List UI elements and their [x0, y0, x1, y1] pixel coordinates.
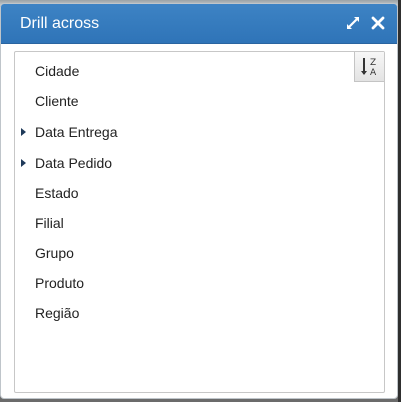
- list-item[interactable]: Região: [15, 300, 345, 326]
- list-item[interactable]: Produto: [15, 270, 345, 296]
- list-item[interactable]: Estado: [15, 180, 345, 206]
- dialog-titlebar[interactable]: Drill across: [1, 4, 397, 44]
- dimension-list[interactable]: Z A Cidade Cliente Data Entrega Data Pedido…: [14, 51, 385, 393]
- expand-arrows-icon[interactable]: [344, 14, 362, 32]
- list-item-label: Estado: [35, 185, 79, 201]
- list-item-label: Data Entrega: [35, 124, 118, 140]
- expand-caret-icon[interactable]: [21, 159, 26, 167]
- list-item[interactable]: Data Pedido: [15, 150, 345, 176]
- sort-glyph-top: Z: [370, 58, 376, 68]
- sort-glyph-bottom: A: [370, 68, 377, 78]
- expand-caret-icon[interactable]: [21, 128, 26, 136]
- drill-across-dialog: Drill across Z A Cidade Cliente Data Entre…: [0, 3, 398, 399]
- list-item-label: Filial: [35, 215, 64, 231]
- list-item-label: Data Pedido: [35, 155, 113, 171]
- list-item-label: Produto: [35, 275, 85, 291]
- dialog-title: Drill across: [20, 15, 100, 32]
- sort-desc-z-a-icon: Z A: [361, 58, 377, 78]
- list-item[interactable]: Grupo: [15, 240, 345, 266]
- list-item-label: Região: [35, 305, 80, 321]
- list-item-label: Cidade: [35, 63, 80, 79]
- list-item[interactable]: Data Entrega: [15, 119, 345, 145]
- list-item[interactable]: Cidade: [15, 58, 345, 84]
- sort-button[interactable]: Z A: [354, 52, 384, 82]
- list-item-label: Grupo: [35, 245, 74, 261]
- list-item-label: Cliente: [35, 93, 79, 109]
- list-item[interactable]: Cliente: [15, 88, 345, 114]
- close-icon[interactable]: [369, 14, 387, 32]
- list-item[interactable]: Filial: [15, 210, 345, 236]
